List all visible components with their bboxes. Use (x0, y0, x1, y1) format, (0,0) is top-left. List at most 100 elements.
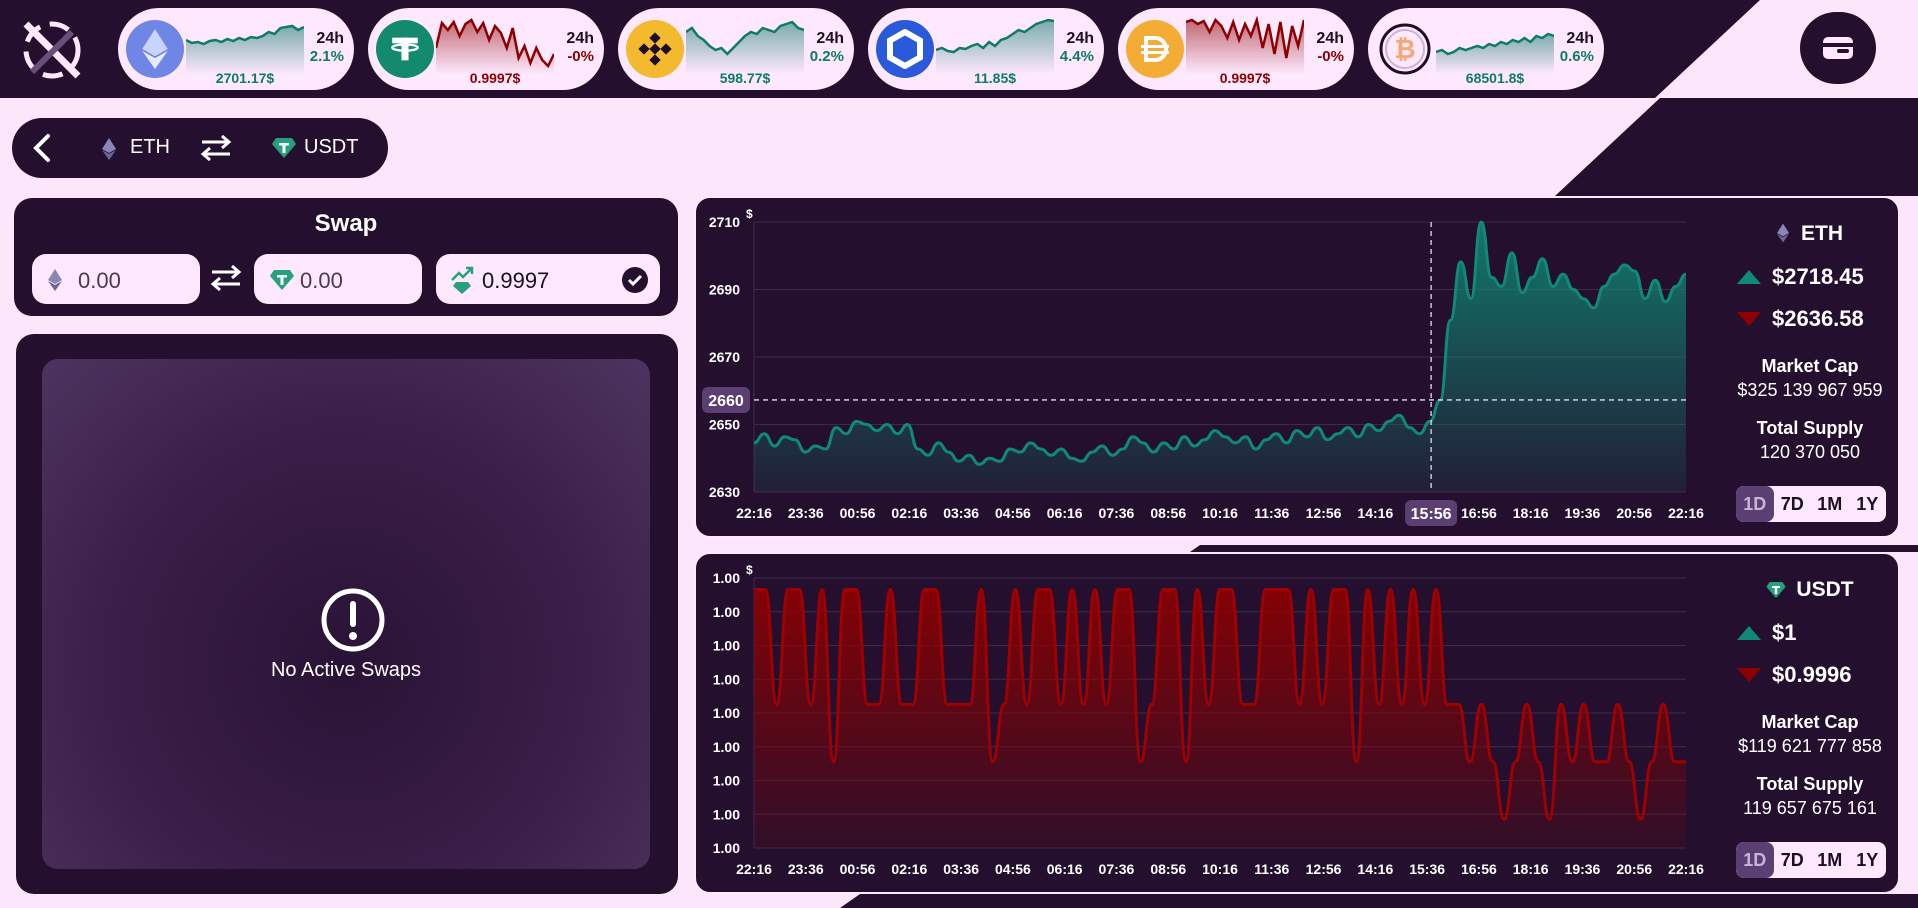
x-tick-label: 15:36 (1409, 861, 1445, 877)
ticker-bnb[interactable]: 24h 0.2% 598.77$ (618, 8, 854, 90)
ticker-period: 24h (1316, 30, 1344, 47)
eth-total-supply: 120 370 050 (1759, 442, 1861, 462)
eth-high: $2718.45 (1734, 264, 1894, 290)
ticker-period: 24h (1566, 30, 1594, 47)
x-tick-label: 10:16 (1202, 861, 1238, 877)
pair-to-symbol[interactable]: USDT (304, 136, 358, 159)
x-tick-label: 20:56 (1616, 505, 1652, 521)
eth-market-cap: $325 139 967 959 (1737, 380, 1883, 400)
range-1d[interactable]: 1D (1736, 842, 1774, 878)
ticker-period: 24h (1066, 30, 1094, 47)
x-tick-label: 22:16 (736, 861, 772, 877)
x-tick-label: 07:36 (1099, 505, 1135, 521)
x-tick-label: 16:56 (1461, 861, 1497, 877)
swap-direction-icon[interactable] (208, 262, 244, 294)
usdt-market-cap: $119 621 777 858 (1738, 736, 1882, 756)
sparkline-bnb (686, 20, 804, 74)
ticker-change: 0.2% (809, 48, 844, 65)
x-tick-label: 14:16 (1357, 861, 1393, 877)
to-amount-input[interactable]: 0.00 (254, 254, 422, 304)
pair-from-symbol[interactable]: ETH (130, 136, 170, 159)
usdt-market-cap-label: Market Cap (1761, 712, 1859, 732)
ticker-price: 0.9997$ (1219, 70, 1271, 86)
ticker-change: -0% (567, 48, 594, 65)
eth-total-supply-label: Total Supply (1756, 418, 1864, 438)
ticker-price: 2701.17$ (215, 70, 275, 86)
rate-field[interactable]: 0.9997 (436, 254, 660, 304)
usdt-stats: USDT $1 $0.9996 Market Cap $119 621 777 … (1722, 554, 1898, 892)
tether-icon (272, 138, 296, 158)
x-tick-label: 02:16 (891, 861, 927, 877)
wallet-button[interactable] (1800, 12, 1876, 84)
x-tick-label: 08:56 (1150, 861, 1186, 877)
crosshair-y-label: 2660 (708, 393, 744, 410)
range-7d[interactable]: 7D (1774, 842, 1812, 878)
range-7d[interactable]: 7D (1774, 486, 1812, 522)
x-tick-label: 00:56 (840, 505, 876, 521)
range-1m[interactable]: 1M (1811, 842, 1849, 878)
empty-state-message: No Active Swaps (270, 659, 422, 681)
ticker-period: 24h (316, 30, 344, 47)
eth-chart-panel: 2630 2650 2670 2690 2710 $22:16 23:36 00:56 02:1… (694, 196, 1900, 538)
range-1y[interactable]: 1Y (1849, 486, 1887, 522)
y-tick-label: 1.00 (713, 773, 740, 789)
x-tick-label: 23:36 (788, 505, 824, 521)
eth-stats-name: ETH (1722, 222, 1898, 246)
ticker-change: -0% (1317, 48, 1344, 65)
usdt-range-selector: 1D 7D 1M 1Y (1736, 842, 1886, 878)
usdt-total-supply: 119 657 675 161 (1743, 798, 1877, 818)
x-tick-label: 06:16 (1047, 505, 1083, 521)
tether-icon (376, 20, 434, 78)
swap-card: Swap 0.00 0.00 0.9997 (14, 198, 678, 316)
y-tick-label: 2630 (709, 484, 740, 500)
x-tick-label: 18:16 (1513, 861, 1549, 877)
x-tick-label: 12:56 (1306, 861, 1342, 877)
ethereum-icon (102, 138, 116, 160)
y-tick-label: 1.00 (713, 806, 740, 822)
back-arrow-icon[interactable] (24, 130, 60, 166)
x-tick-label: 02:16 (891, 505, 927, 521)
bitcoin-icon: ₿ (1376, 20, 1434, 78)
x-tick-label: 04:56 (995, 861, 1031, 877)
usdt-price-chart[interactable]: 1.00 1.00 1.00 1.00 1.00 1.00 1.00 1.00 1.00 $22:… (696, 554, 1716, 892)
y-tick-label: 1.00 (713, 638, 740, 654)
wallet-icon (1823, 37, 1853, 59)
confirm-check-icon[interactable] (622, 267, 648, 293)
ethereum-icon (48, 269, 62, 291)
from-amount-input[interactable]: 0.00 (32, 254, 200, 304)
range-1d[interactable]: 1D (1736, 486, 1774, 522)
ticker-btc[interactable]: ₿ 24h 0.6% 68501.8$ (1368, 8, 1604, 90)
swap-arrows-icon[interactable] (198, 132, 234, 164)
ticker-usdt[interactable]: 24h -0% 0.9997$ (368, 8, 604, 90)
y-tick-label: 1.00 (713, 840, 740, 856)
ticker-eth[interactable]: 24h 2.1% 2701.17$ (118, 8, 354, 90)
sparkline-eth (186, 24, 304, 74)
ticker-change: 4.4% (1059, 48, 1094, 65)
x-tick-label: 16:56 (1461, 505, 1497, 521)
x-tick-label: 22:16 (736, 505, 772, 521)
x-tick-label: 22:16 (1668, 861, 1704, 877)
x-tick-label: 03:36 (943, 505, 979, 521)
x-tick-label: 03:36 (943, 861, 979, 877)
range-1y[interactable]: 1Y (1849, 842, 1887, 878)
y-tick-label: 1.00 (713, 570, 740, 586)
range-1m[interactable]: 1M (1811, 486, 1849, 522)
y-tick-label: 1.00 (713, 705, 740, 721)
usdt-total-supply-label: Total Supply (1756, 774, 1864, 794)
ticker-change: 0.6% (1559, 48, 1594, 65)
dai-icon (1126, 20, 1184, 78)
y-tick-label: 2650 (709, 417, 740, 433)
ticker-link[interactable]: 24h 4.4% 11.85$ (868, 8, 1104, 90)
eth-price-chart[interactable]: 2630 2650 2670 2690 2710 $22:16 23:36 00:56 02:1… (696, 198, 1716, 536)
ticker-period: 24h (566, 30, 594, 47)
x-tick-label: 12:56 (1306, 505, 1342, 521)
app-logo[interactable] (20, 18, 84, 82)
rate-trend-icon (451, 266, 474, 294)
sparkline-dai (1186, 15, 1304, 74)
y-tick-label: 1.00 (713, 604, 740, 620)
crosshair-x-label: 15:56 (1411, 506, 1452, 523)
arrow-down-icon (1737, 668, 1761, 682)
ticker-dai[interactable]: 24h -0% 0.9997$ (1118, 8, 1354, 90)
x-tick-label: 22:16 (1668, 505, 1704, 521)
ticker-change: 2.1% (309, 48, 344, 65)
